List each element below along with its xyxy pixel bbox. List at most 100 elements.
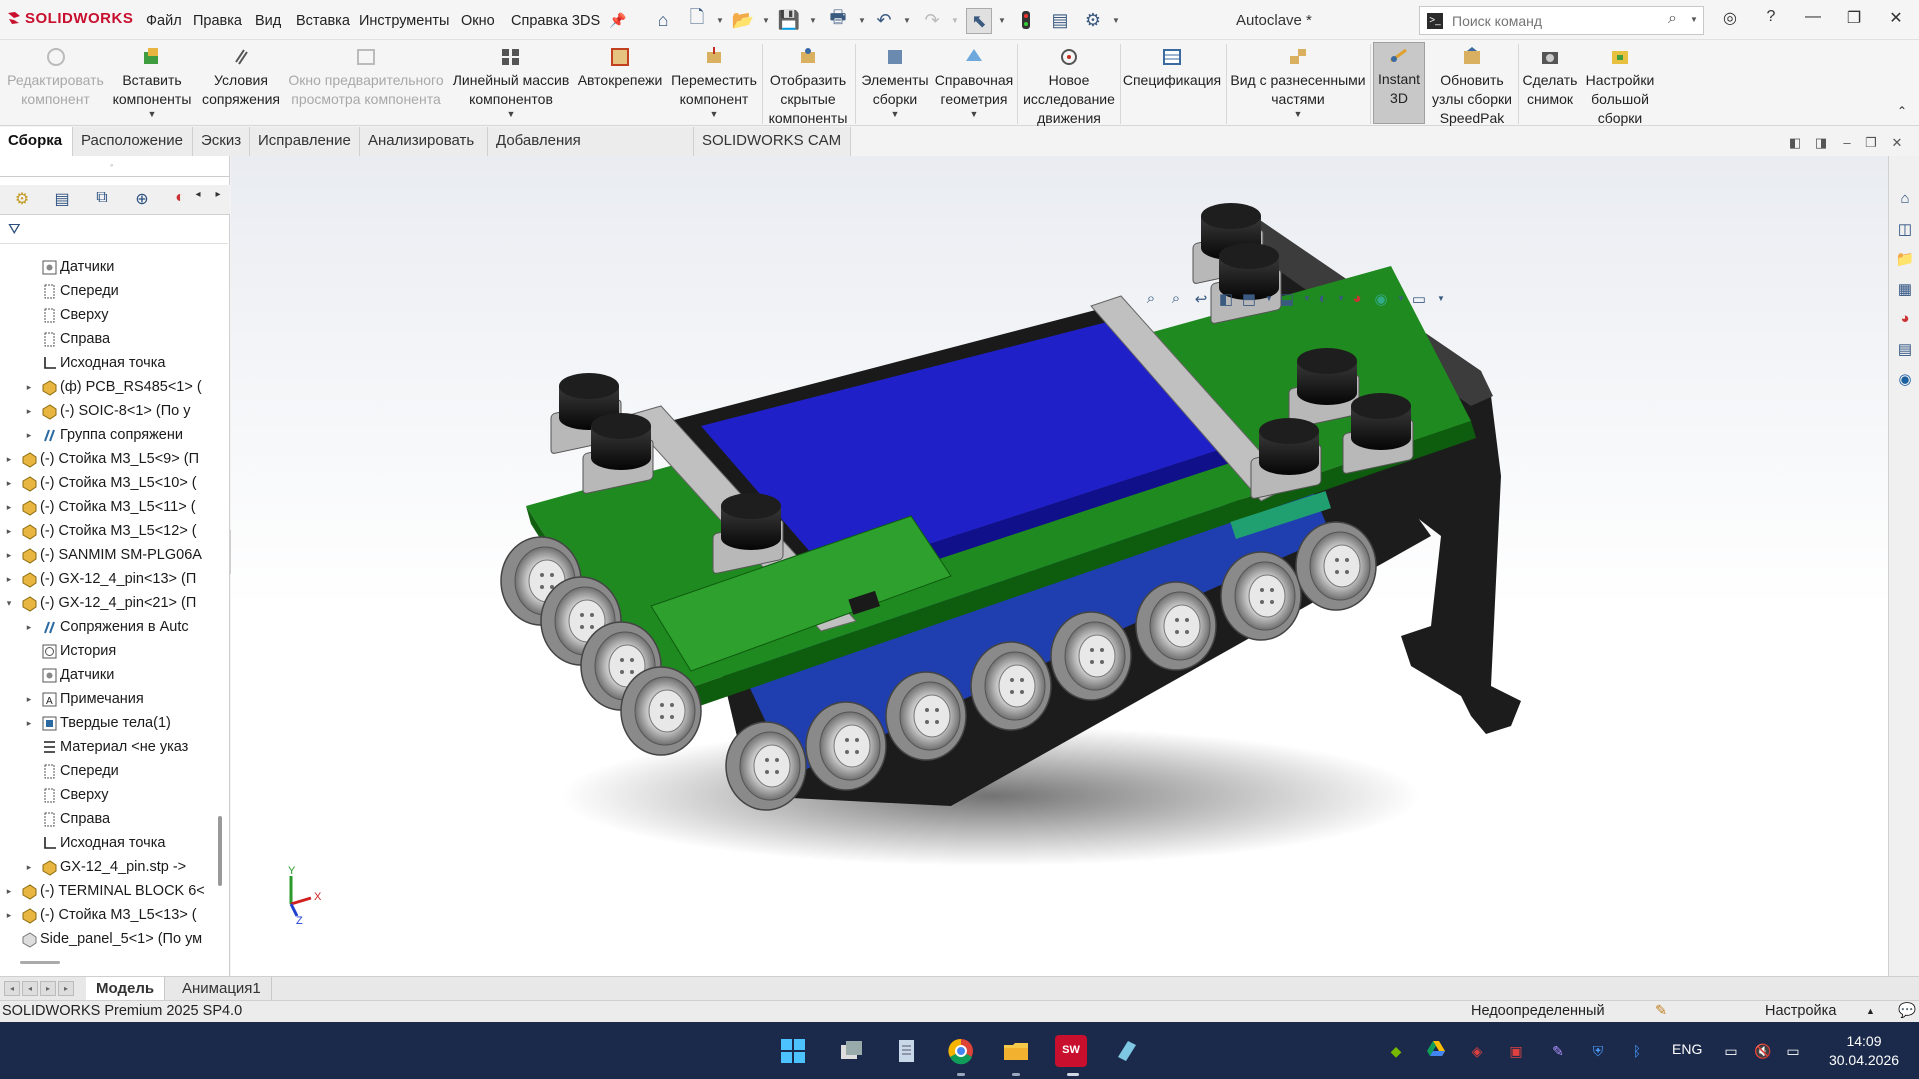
tab-sketch[interactable]: Эскиз [193, 127, 250, 156]
tree-item[interactable]: ▸ (-) SANMIM SM-PLG06A [0, 543, 215, 567]
first-tab-icon[interactable]: ◂ [4, 981, 20, 996]
view-orientation-icon[interactable]: ⬓ [1277, 290, 1297, 310]
chevron-down-icon[interactable]: ▼ [1112, 16, 1120, 25]
gx12-connector[interactable] [970, 641, 1052, 731]
battery-icon[interactable]: ▭ [1782, 1040, 1804, 1062]
viewport-restore-button[interactable]: ❐ [1862, 135, 1880, 153]
volume-muted-icon[interactable]: 🔇 [1752, 1040, 1774, 1062]
chrome-icon[interactable] [945, 1035, 977, 1067]
tab-solidworks-addins[interactable]: Добавления SOLIDWORKS [488, 127, 694, 177]
command-search[interactable]: >_ ⌕ ▼ [1419, 6, 1704, 35]
update-speedpak-button[interactable]: Обновить узлы сборки SpeedPak [1428, 44, 1516, 128]
tree-item[interactable]: ▸ (-) Стойка M3_L5<12> ( [0, 519, 215, 543]
viewport-minimize-button[interactable]: – [1838, 135, 1856, 153]
chevron-down-icon[interactable]: ▼ [762, 16, 770, 25]
minimize-button[interactable]: — [1799, 8, 1827, 32]
tree-item[interactable]: Сверху [0, 783, 215, 807]
take-snapshot-button[interactable]: Сделать снимок [1520, 44, 1580, 109]
undo-icon[interactable]: ↶ [872, 8, 896, 32]
tree-item[interactable]: Справа [0, 807, 215, 831]
chevron-down-icon[interactable]: ▼ [1690, 15, 1698, 24]
tree-item[interactable]: Спереди [0, 759, 215, 783]
open-icon[interactable]: 📂 [731, 8, 755, 32]
large-assembly-settings-button[interactable]: Настройки большой сборки [1582, 44, 1658, 128]
task-view-icon[interactable] [835, 1035, 867, 1067]
tree-item[interactable]: ▸ A Примечания [0, 687, 215, 711]
push-button[interactable] [582, 413, 654, 494]
tree-item[interactable]: ▸ (-) GX-12_4_pin<13> (П [0, 567, 215, 591]
tree-item[interactable]: ▸ (-) Стойка M3_L5<11> ( [0, 495, 215, 519]
tree-filter[interactable]: ⛛ [0, 216, 228, 244]
scrollbar-thumb[interactable] [218, 816, 222, 886]
chevron-down-icon[interactable]: ▼ [857, 109, 933, 119]
app-icon[interactable] [1110, 1035, 1142, 1067]
collapse-arrow-icon[interactable]: ▾ [4, 591, 14, 615]
chevron-up-icon[interactable]: ▲ [1866, 1001, 1875, 1022]
appearances-icon[interactable]: ◕ [1894, 310, 1916, 332]
tree-item[interactable]: ▸ GX-12_4_pin.stp -> [0, 855, 215, 879]
tree-item[interactable]: ▸ Твердые тела(1) [0, 711, 215, 735]
menu-edit[interactable]: Правка [193, 13, 242, 29]
tooltip-icon[interactable]: 💬 [1898, 1001, 1916, 1022]
home-icon[interactable]: ⌂ [651, 8, 675, 32]
help-icon[interactable]: ? [1757, 8, 1785, 32]
network-icon[interactable]: ▭ [1720, 1040, 1742, 1062]
mate-button[interactable]: Условия сопряжения [198, 44, 284, 109]
expand-arrow-icon[interactable]: ▸ [4, 903, 14, 927]
move-component-button[interactable]: Переместить компонент ▼ [670, 44, 758, 119]
push-button[interactable] [1288, 348, 1360, 429]
tree-item[interactable]: Спереди [0, 279, 215, 303]
tab-animation1[interactable]: Анимация1 [172, 977, 272, 1001]
file-explorer-icon[interactable] [1000, 1035, 1032, 1067]
save-icon[interactable]: 💾 [777, 8, 801, 32]
select-cursor-icon[interactable]: ⬉ [966, 8, 992, 34]
tree-item[interactable]: ▸ (-) Стойка M3_L5<9> (П [0, 447, 215, 471]
tree-item[interactable]: Датчики [0, 663, 215, 687]
tab-assembly[interactable]: Сборка [0, 127, 73, 156]
tile-vertical-icon[interactable]: ◨ [1812, 135, 1830, 153]
expand-arrow-icon[interactable]: ▸ [4, 495, 14, 519]
tab-repair[interactable]: Исправление [250, 127, 360, 156]
view-settings-icon[interactable]: ▭ [1409, 290, 1429, 310]
pane-handle-icon[interactable]: ◦ [110, 160, 113, 170]
chevron-down-icon[interactable]: ▼ [108, 109, 196, 119]
horizontal-scrollbar-thumb[interactable] [20, 961, 60, 964]
show-hidden-components-button[interactable]: Отобразить скрытые компоненты [764, 44, 852, 128]
property-manager-icon[interactable]: ▤ [50, 189, 74, 211]
zoom-area-icon[interactable]: ⌕ [1166, 290, 1186, 310]
push-button[interactable] [712, 493, 784, 574]
design-library-icon[interactable]: ◫ [1894, 220, 1916, 242]
user-account-icon[interactable]: ◎ [1716, 8, 1744, 32]
tab-evaluate[interactable]: Анализировать [360, 127, 488, 156]
tree-item[interactable]: ▸ (-) SOIC-8<1> (По у [0, 399, 215, 423]
expand-arrow-icon[interactable]: ▸ [4, 447, 14, 471]
chevron-right-icon[interactable]: ▸ [206, 189, 230, 211]
expand-arrow-icon[interactable]: ▸ [4, 567, 14, 591]
chevron-down-icon[interactable]: ▼ [1391, 294, 1411, 314]
bluetooth-icon[interactable]: ᛒ [1626, 1040, 1648, 1062]
restore-button[interactable]: ❐ [1840, 8, 1868, 32]
edit-component-button[interactable]: Редактировать компонент [4, 44, 107, 109]
expand-arrow-icon[interactable]: ▸ [24, 423, 34, 447]
expand-arrow-icon[interactable]: ▸ [24, 375, 34, 399]
expand-arrow-icon[interactable]: ▸ [4, 879, 14, 903]
gx12-connector[interactable] [885, 671, 967, 761]
tree-item[interactable]: ▸ Группа сопряжени [0, 423, 215, 447]
tree-item[interactable]: ▸ (-) Стойка M3_L5<13> ( [0, 903, 215, 927]
new-motion-study-button[interactable]: Новое исследование движения [1020, 44, 1118, 128]
display-style-icon[interactable]: ◐ [1313, 290, 1333, 310]
dimxpert-icon[interactable]: ⊕ [130, 189, 154, 211]
redo-icon[interactable]: ↷ [920, 8, 944, 32]
gear-icon[interactable]: ⚙ [1081, 8, 1105, 32]
notepad-icon[interactable] [890, 1035, 922, 1067]
menu-insert[interactable]: Вставка [296, 13, 350, 29]
chevron-down-icon[interactable]: ▼ [1431, 294, 1451, 314]
security-shield-icon[interactable]: ⛨ [1587, 1040, 1609, 1062]
nvidia-icon[interactable]: ◆ [1385, 1040, 1407, 1062]
custom-properties-icon[interactable]: ▤ [1894, 340, 1916, 362]
tab-solidworks-cam[interactable]: SOLIDWORKS CAM [694, 127, 851, 156]
tray-app-icon[interactable]: ▣ [1505, 1040, 1527, 1062]
next-tab-icon[interactable]: ▸ [40, 981, 56, 996]
filter-icon[interactable]: ⛛ [8, 221, 21, 238]
feature-manager-icon[interactable]: ⚙ [10, 189, 34, 211]
